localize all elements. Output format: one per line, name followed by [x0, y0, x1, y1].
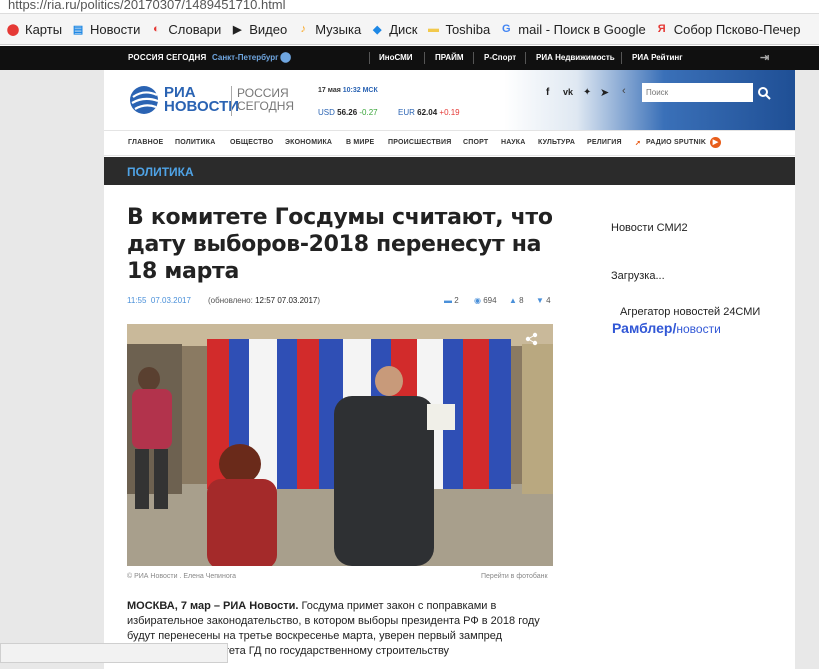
- nav-radio-sputnik[interactable]: РАДИО SPUTNIK: [646, 139, 706, 146]
- eur-rate: EUR 62.04 +0.19: [398, 108, 460, 117]
- rossiya-segodnya-sub: РОССИЯ СЕГОДНЯ: [237, 86, 295, 113]
- nav-obshchestvo[interactable]: ОБЩЕСТВО: [230, 139, 273, 146]
- location-pin-icon: ⬤: [280, 52, 292, 63]
- search-icon[interactable]: [758, 87, 771, 100]
- dictionary-icon: ◐: [153, 23, 160, 35]
- photobank-link[interactable]: Перейти в фотобанк: [481, 573, 548, 580]
- map-pin-icon: ⬤: [6, 23, 20, 36]
- link-inosmi[interactable]: ИноСМИ: [379, 46, 413, 70]
- bookmark-label: Музыка: [315, 21, 362, 37]
- thumbs-down-icon: ▼: [536, 296, 544, 305]
- likes-count[interactable]: ▲ 8: [509, 296, 524, 305]
- comments-count[interactable]: ▬ 2: [444, 296, 459, 305]
- rambler-logo[interactable]: Рамблер/новости: [612, 320, 721, 336]
- bookmark-label: Новости: [90, 21, 141, 37]
- dislikes-count[interactable]: ▼ 4: [536, 296, 551, 305]
- vk-icon[interactable]: vk: [563, 87, 573, 97]
- nav-glavnoe[interactable]: ГЛАВНОЕ: [128, 139, 163, 146]
- rossiya-segodnya-logo[interactable]: РОССИЯ СЕГОДНЯ: [128, 46, 206, 70]
- bookmark-item[interactable]: ◐ Словари: [149, 22, 221, 37]
- play-icon[interactable]: ▶: [710, 137, 721, 148]
- section-bar: ПОЛИТИКА: [104, 157, 795, 185]
- bookmark-item[interactable]: Gmail - Поиск в Google: [499, 21, 646, 37]
- loading-text: Загрузка...: [611, 270, 665, 282]
- video-icon: ▶: [232, 23, 242, 36]
- nav-proisshestviya[interactable]: ПРОИСШЕСТВИЯ: [388, 139, 452, 146]
- ria-logo-text[interactable]: РИА НОВОСТИ: [164, 85, 239, 114]
- share-collapse-icon[interactable]: ‹: [622, 85, 626, 97]
- bookmark-label: mail - Поиск в Google: [518, 21, 646, 37]
- news-icon: ▤: [72, 23, 84, 36]
- section-title[interactable]: ПОЛИТИКА: [127, 165, 194, 179]
- bookmark-label: Словари: [168, 21, 222, 37]
- comment-icon: ▬: [444, 296, 452, 305]
- main-nav: ГЛАВНОЕ ПОЛИТИКА ОБЩЕСТВО ЭКОНОМИКА В МИ…: [104, 130, 795, 156]
- bookmarks-bar: ⬤ Карты ▤ Новости ◐ Словари ▶ Видео ♪ Музыка ◆ Диск…: [0, 14, 819, 45]
- article-title: В комитете Госдумы считают, что дату выб…: [127, 205, 553, 284]
- eye-icon: ◉: [474, 296, 481, 305]
- bookmark-item[interactable]: ◆ Диск: [370, 21, 418, 37]
- bookmark-item[interactable]: Я Собор Псково-Печер: [655, 22, 801, 37]
- bookmark-label: Диск: [389, 21, 418, 37]
- login-icon[interactable]: ⇥: [760, 46, 769, 70]
- top-network-bar: РОССИЯ СЕГОДНЯ Санкт-Петербург ⬤ ИноСМИ …: [0, 46, 819, 70]
- city-selector[interactable]: Санкт-Петербург: [212, 46, 279, 70]
- link-prime[interactable]: ПРАЙМ: [435, 46, 464, 70]
- nav-nauka[interactable]: НАУКА: [501, 139, 526, 146]
- address-bar[interactable]: https://ria.ru/politics/20170307/1489451…: [0, 0, 819, 14]
- music-icon: ♪: [300, 23, 306, 35]
- nav-kultura[interactable]: КУЛЬТУРА: [538, 139, 575, 146]
- radio-sputnik-arrow-icon: ➚: [635, 140, 642, 147]
- google-icon: G: [501, 23, 511, 35]
- twitter-icon[interactable]: ✦: [583, 87, 591, 98]
- bookmark-label: Карты: [25, 21, 63, 37]
- site-header: РИА НОВОСТИ РОССИЯ СЕГОДНЯ 17 мая 10:32 МС…: [104, 70, 795, 130]
- article-updated: (обновлено: 12:57 07.03.2017): [208, 296, 321, 305]
- browser-status-bar: [0, 643, 228, 663]
- nav-sport[interactable]: СПОРТ: [463, 139, 488, 146]
- views-count: ◉ 694: [474, 296, 497, 305]
- thumbs-up-icon: ▲: [509, 296, 517, 305]
- share-icon[interactable]: [525, 332, 539, 346]
- link-ria-realty[interactable]: РИА Недвижимость: [536, 46, 615, 70]
- disk-icon: ◆: [372, 23, 382, 36]
- url-text: https://ria.ru/politics/20170307/1489451…: [8, 0, 286, 12]
- bookmark-label: Toshiba: [445, 21, 491, 37]
- lead-dateline: МОСКВА, 7 мар – РИА Новости.: [127, 600, 299, 612]
- nav-ekonomika[interactable]: ЭКОНОМИКА: [285, 139, 332, 146]
- aggregator-heading[interactable]: Агрегатор новостей 24СМИ: [620, 306, 760, 318]
- article-datetime: 11:55 07.03.2017: [127, 296, 191, 305]
- photo-credit: © РИА Новости . Елена Чепинога: [127, 573, 237, 580]
- smi2-heading: Новости СМИ2: [611, 222, 688, 234]
- bookmark-item[interactable]: ▬ Toshiba: [426, 22, 490, 37]
- bookmark-item[interactable]: ▤ Новости: [71, 21, 141, 37]
- bookmark-item[interactable]: ♪ Музыка: [296, 22, 361, 37]
- current-date: 17 мая 10:32 МСК: [318, 87, 378, 94]
- voting-booth-image: [127, 324, 553, 566]
- bookmark-item[interactable]: ⬤ Карты: [6, 22, 62, 37]
- nav-v-mire[interactable]: В МИРЕ: [346, 139, 374, 146]
- bookmark-item[interactable]: ▶ Видео: [230, 22, 287, 37]
- ria-globe-icon: [130, 86, 159, 114]
- page-content: РИА НОВОСТИ РОССИЯ СЕГОДНЯ 17 мая 10:32 МС…: [104, 70, 795, 669]
- folder-icon: ▬: [427, 23, 439, 35]
- nav-religiya[interactable]: РЕЛИГИЯ: [587, 139, 622, 146]
- nav-politika[interactable]: ПОЛИТИКА: [175, 139, 215, 146]
- search-input[interactable]: [642, 83, 753, 102]
- yandex-icon: Я: [657, 23, 666, 35]
- link-rsport[interactable]: Р-Спорт: [484, 46, 516, 70]
- telegram-icon[interactable]: ➤: [600, 86, 609, 99]
- article-photo[interactable]: [127, 324, 553, 566]
- bookmark-label: Собор Псково-Печер: [673, 21, 801, 37]
- link-ria-rating[interactable]: РИА Рейтинг: [632, 46, 683, 70]
- usd-rate: USD 56.26 -0.27: [318, 108, 378, 117]
- bookmark-label: Видео: [249, 21, 288, 37]
- facebook-icon[interactable]: f: [546, 87, 549, 98]
